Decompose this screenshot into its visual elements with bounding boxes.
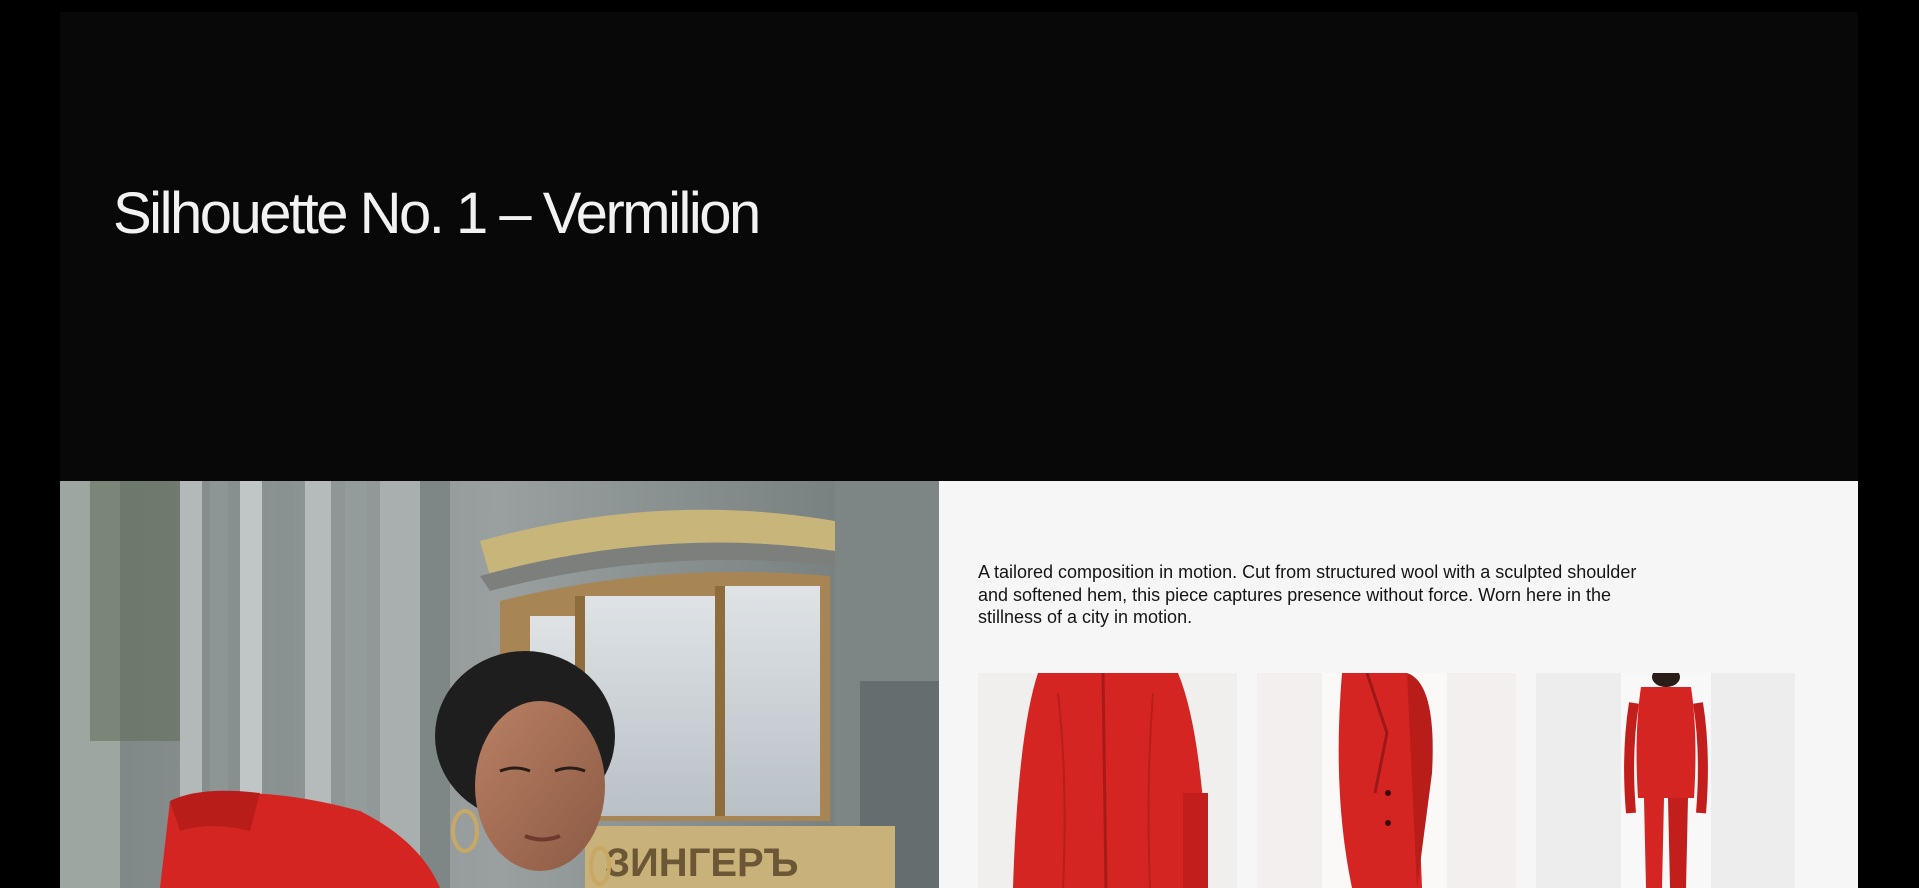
storefront-sign-text: ЗИНГЕРЪ — [605, 841, 799, 885]
lookbook-section: ЗИНГЕРЪ A tailored composition in motion… — [60, 481, 1858, 888]
thumbnail-back-full-length[interactable] — [1536, 673, 1795, 888]
description-panel: A tailored composition in motion. Cut fr… — [939, 481, 1858, 888]
thumbnail-back-close-up[interactable] — [978, 673, 1237, 888]
thumbnail-side-view[interactable] — [1257, 673, 1516, 888]
main-editorial-photo: ЗИНГЕРЪ — [60, 481, 939, 888]
page-title: Silhouette No. 1 – Vermilion — [113, 181, 761, 246]
product-description: A tailored composition in motion. Cut fr… — [978, 562, 1637, 627]
page-container: Silhouette No. 1 – Vermilion ЗИНГЕРЪ A t… — [60, 12, 1858, 888]
